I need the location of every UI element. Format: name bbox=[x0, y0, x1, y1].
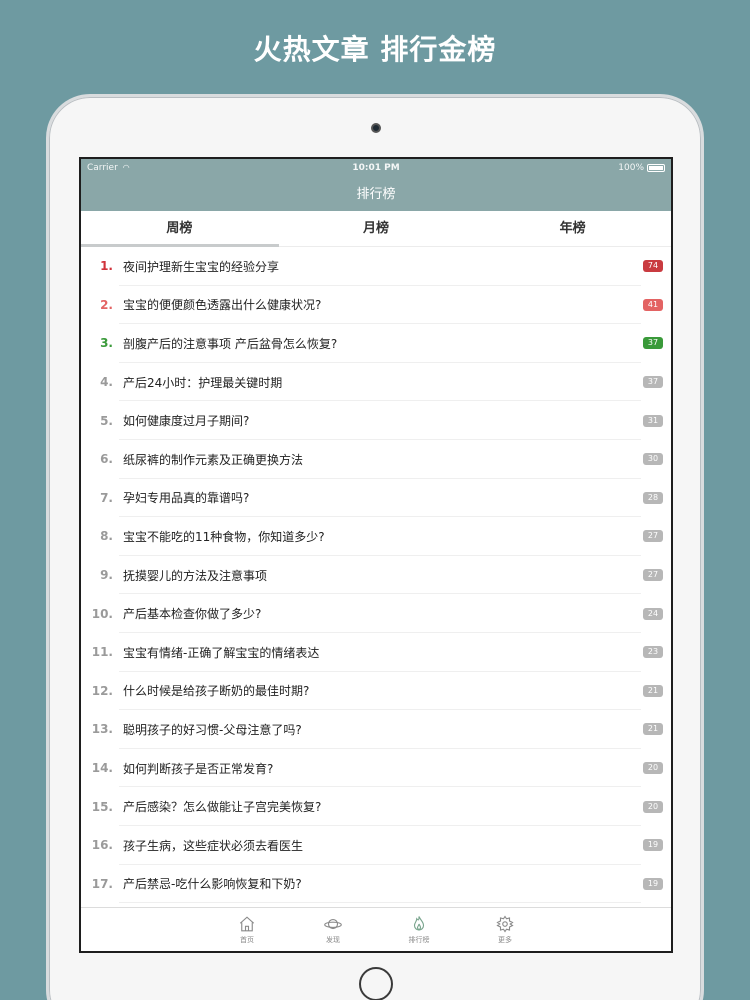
flame-icon bbox=[413, 915, 425, 931]
read-count-badge: 37 bbox=[643, 376, 663, 389]
article-title: 宝宝的便便颜色透露出什么健康状况? bbox=[123, 298, 322, 313]
list-item[interactable]: 11. 宝宝有情绪-正确了解宝宝的情绪表达 23 bbox=[81, 633, 671, 672]
read-count-badge: 19 bbox=[643, 877, 663, 890]
article-title: 产后感染？怎么做能让子宫完美恢复? bbox=[123, 800, 322, 815]
read-count-badge: 37 bbox=[643, 337, 663, 350]
list-item[interactable]: 14. 如何判断孩子是否正常发育? 20 bbox=[81, 749, 671, 788]
rank-number: 8. bbox=[100, 529, 113, 544]
camera-dot bbox=[371, 123, 381, 133]
list-item[interactable]: 5. 如何健康度过月子期间? 31 bbox=[81, 401, 671, 440]
rank-number: 9. bbox=[100, 568, 113, 583]
read-count-badge: 19 bbox=[643, 839, 663, 852]
article-title: 如何判断孩子是否正常发育? bbox=[123, 761, 274, 776]
article-title: 产后禁忌-吃什么影响恢复和下奶? bbox=[123, 877, 302, 892]
list-item[interactable]: 1. 夜间护理新生宝宝的经验分享 74 bbox=[81, 247, 671, 286]
list-item[interactable]: 7. 孕妇专用品真的靠谱吗? 28 bbox=[81, 479, 671, 518]
read-count-badge: 20 bbox=[643, 762, 663, 775]
article-title: 产后24小时：护理最关键时期 bbox=[123, 375, 283, 390]
read-count-badge: 23 bbox=[643, 646, 663, 659]
article-title: 什么时候是给孩子断奶的最佳时期? bbox=[123, 684, 310, 699]
tabbar-item-more[interactable]: 更多 bbox=[490, 908, 520, 951]
rank-number: 4. bbox=[100, 375, 113, 390]
list-item[interactable]: 15. 产后感染？怎么做能让子宫完美恢复? 20 bbox=[81, 787, 671, 826]
article-title: 剖腹产后的注意事项 产后盆骨怎么恢复? bbox=[123, 336, 338, 351]
gear-icon bbox=[496, 914, 514, 933]
tabbar-item-home[interactable]: 首页 bbox=[232, 908, 262, 951]
rank-number: 14. bbox=[91, 761, 113, 776]
read-count-badge: 28 bbox=[643, 491, 663, 504]
rank-number: 11. bbox=[91, 645, 113, 660]
rank-number: 7. bbox=[100, 490, 113, 505]
read-count-badge: 74 bbox=[643, 260, 663, 273]
list-item[interactable]: 8. 宝宝不能吃的11种食物，你知道多少? 27 bbox=[81, 517, 671, 556]
home-button[interactable] bbox=[359, 967, 393, 1000]
navigation-bar: Carrier ◠ 10:01 PM 100% 排行榜 bbox=[81, 159, 671, 211]
tabbar-item-ranking[interactable]: 排行榜 bbox=[404, 908, 434, 951]
article-list: 1. 夜间护理新生宝宝的经验分享 74 2. 宝宝的便便颜色透露出什么健康状况? 41 3.… bbox=[81, 247, 671, 903]
rank-number: 13. bbox=[91, 722, 113, 737]
rank-number: 5. bbox=[100, 413, 113, 428]
status-bar: Carrier ◠ 10:01 PM 100% bbox=[81, 159, 671, 177]
list-item[interactable]: 16. 孩子生病，这些症状必须去看医生 19 bbox=[81, 826, 671, 865]
list-item[interactable]: 13. 聪明孩子的好习惯-父母注意了吗? 21 bbox=[81, 710, 671, 749]
article-title: 夜间护理新生宝宝的经验分享 bbox=[123, 259, 280, 274]
list-item[interactable]: 12. 什么时候是给孩子断奶的最佳时期? 21 bbox=[81, 672, 671, 711]
rank-number: 3. bbox=[100, 336, 113, 351]
rank-number: 15. bbox=[91, 799, 113, 814]
read-count-badge: 21 bbox=[643, 723, 663, 736]
article-title: 聪明孩子的好习惯-父母注意了吗? bbox=[123, 722, 302, 737]
tabbar-item-discover[interactable]: 发现 bbox=[318, 908, 348, 951]
battery-indicator: 100% bbox=[618, 163, 665, 173]
article-title: 孕妇专用品真的靠谱吗? bbox=[123, 491, 250, 506]
rank-number: 12. bbox=[91, 683, 113, 698]
rank-number: 2. bbox=[100, 297, 113, 312]
article-title: 如何健康度过月子期间? bbox=[123, 414, 250, 429]
rank-number: 16. bbox=[91, 838, 113, 853]
tab-weekly[interactable]: 周榜 bbox=[81, 211, 278, 246]
list-item[interactable]: 4. 产后24小时：护理最关键时期 37 bbox=[81, 363, 671, 402]
rank-number: 10. bbox=[91, 606, 113, 621]
rank-number: 6. bbox=[100, 452, 113, 467]
status-time: 10:01 PM bbox=[352, 163, 400, 173]
article-title: 纸尿裤的制作元素及正确更换方法 bbox=[123, 452, 304, 467]
tab-monthly[interactable]: 月榜 bbox=[278, 211, 475, 246]
app-screen: Carrier ◠ 10:01 PM 100% 排行榜 周榜 月榜 年榜 1. 夜… bbox=[79, 157, 673, 953]
list-item[interactable]: 9. 抚摸婴儿的方法及注意事项 27 bbox=[81, 556, 671, 595]
read-count-badge: 41 bbox=[643, 298, 663, 311]
promo-headline: 火热文章 排行金榜 bbox=[253, 33, 497, 66]
article-title: 产后基本检查你做了多少? bbox=[123, 607, 262, 622]
read-count-badge: 30 bbox=[643, 453, 663, 466]
article-title: 孩子生病，这些症状必须去看医生 bbox=[123, 838, 304, 853]
planet-icon bbox=[324, 918, 342, 929]
article-title: 抚摸婴儿的方法及注意事项 bbox=[123, 568, 268, 583]
read-count-badge: 20 bbox=[643, 800, 663, 813]
ranking-tabs: 周榜 月榜 年榜 bbox=[81, 211, 671, 247]
list-item[interactable]: 17. 产后禁忌-吃什么影响恢复和下奶? 19 bbox=[81, 865, 671, 904]
list-item[interactable]: 6. 纸尿裤的制作元素及正确更换方法 30 bbox=[81, 440, 671, 479]
rank-number: 1. bbox=[100, 259, 113, 274]
article-title: 宝宝有情绪-正确了解宝宝的情绪表达 bbox=[123, 645, 320, 660]
read-count-badge: 27 bbox=[643, 530, 663, 543]
tab-yearly[interactable]: 年榜 bbox=[474, 211, 671, 246]
home-icon bbox=[239, 915, 255, 931]
page-title: 排行榜 bbox=[356, 187, 396, 202]
read-count-badge: 31 bbox=[643, 414, 663, 427]
read-count-badge: 24 bbox=[643, 607, 663, 620]
bottom-tab-bar: 首页 发现 排行榜 更多 bbox=[81, 907, 671, 951]
list-item[interactable]: 3. 剖腹产后的注意事项 产后盆骨怎么恢复? 37 bbox=[81, 324, 671, 363]
article-title: 宝宝不能吃的11种食物，你知道多少? bbox=[123, 529, 325, 544]
tablet-frame: Carrier ◠ 10:01 PM 100% 排行榜 周榜 月榜 年榜 1. 夜… bbox=[46, 94, 704, 1000]
read-count-badge: 21 bbox=[643, 684, 663, 697]
read-count-badge: 27 bbox=[643, 569, 663, 582]
list-item[interactable]: 10. 产后基本检查你做了多少? 24 bbox=[81, 594, 671, 633]
battery-icon bbox=[647, 164, 665, 172]
rank-number: 17. bbox=[91, 876, 113, 891]
list-item[interactable]: 2. 宝宝的便便颜色透露出什么健康状况? 41 bbox=[81, 286, 671, 325]
